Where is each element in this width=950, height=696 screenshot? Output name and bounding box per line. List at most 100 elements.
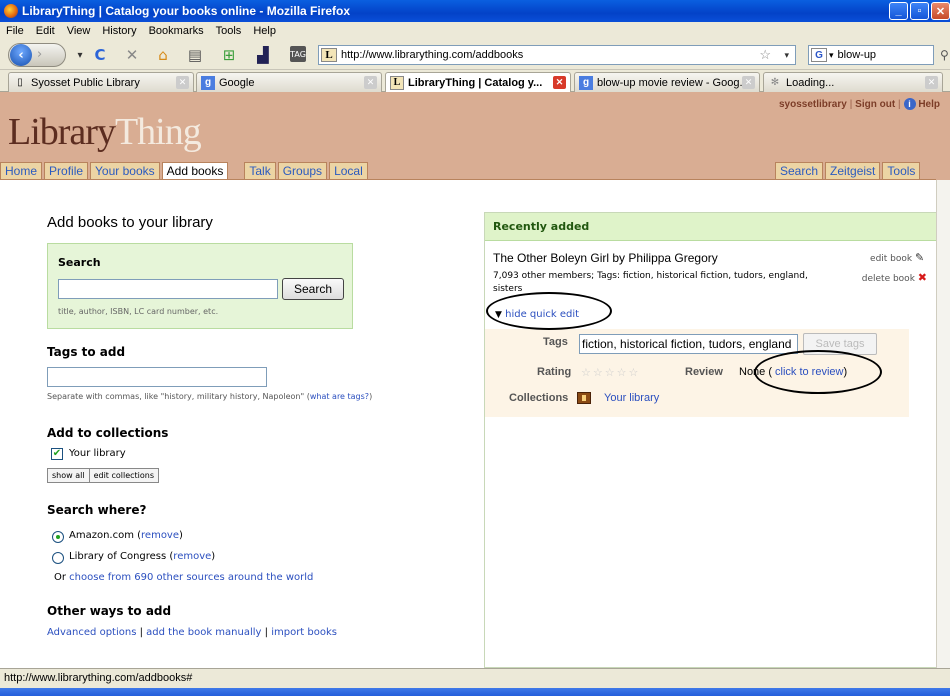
help-link[interactable]: Help (918, 99, 940, 110)
print-icon[interactable]: ▤ (185, 46, 205, 64)
librarything-logo[interactable]: LibraryThing (8, 110, 202, 154)
tab-strip: ▯ Syosset Public Library ✕ g Google ✕ L … (0, 70, 950, 92)
tag-icon[interactable]: TAG (290, 46, 306, 62)
nav-local[interactable]: Local (329, 162, 368, 180)
rating-label: Rating (537, 366, 572, 378)
engine-dropdown-icon[interactable]: ▾ (829, 50, 834, 61)
close-tab-icon[interactable]: ✕ (925, 76, 938, 89)
menu-bar: File Edit View History Bookmarks Tools H… (0, 22, 950, 40)
search-hint: title, author, ISBN, LC card number, etc… (58, 307, 219, 316)
site-nav-right: Search Zeitgeist Tools (775, 162, 922, 180)
import-books-link[interactable]: import books (271, 627, 337, 638)
tab-google[interactable]: g Google ✕ (196, 72, 382, 92)
menu-edit[interactable]: Edit (30, 25, 61, 37)
your-library-checkbox[interactable]: ✔ (51, 448, 63, 460)
close-tab-icon[interactable]: ✕ (364, 76, 377, 89)
pencil-icon: ✎ (915, 251, 925, 264)
nav-talk[interactable]: Talk (244, 162, 276, 180)
tab-loading[interactable]: ✻ Loading... ✕ (763, 72, 943, 92)
what-are-tags-link[interactable]: what are tags? (310, 392, 369, 401)
reload-icon[interactable]: C (90, 46, 110, 64)
tags-hint: Separate with commas, like "history, mil… (47, 392, 373, 401)
search-label: Search (58, 256, 101, 269)
back-icon[interactable]: ‹ (10, 44, 32, 66)
close-window-button[interactable]: ✕ (931, 2, 950, 20)
nav-your-books[interactable]: Your books (90, 162, 160, 180)
stop-icon[interactable]: ✕ (122, 46, 142, 64)
window-icon[interactable]: ▟ (253, 46, 273, 64)
amazon-radio[interactable] (52, 531, 64, 543)
username-link[interactable]: syossetlibrary (779, 99, 847, 110)
tab-label: Google (219, 76, 255, 89)
rating-stars[interactable]: ☆☆☆☆☆ (581, 366, 640, 379)
account-links: syossetlibrary | Sign out | i Help (778, 98, 940, 110)
nav-add-books[interactable]: Add books (161, 162, 229, 180)
tab-label: LibraryThing | Catalog y... (408, 76, 543, 89)
tab-syosset[interactable]: ▯ Syosset Public Library ✕ (8, 72, 194, 92)
url-bar[interactable]: L http://www.librarything.com/addbooks ☆… (318, 45, 796, 65)
librarything-favicon: L (390, 75, 404, 90)
nav-profile[interactable]: Profile (44, 162, 89, 180)
menu-view[interactable]: View (61, 25, 97, 37)
close-tab-icon[interactable]: ✕ (553, 76, 566, 89)
advanced-options-link[interactable]: Advanced options (47, 627, 136, 638)
book-search-box: Search Search title, author, ISBN, LC ca… (47, 243, 353, 329)
add-manually-link[interactable]: add the book manually (146, 627, 261, 638)
navigation-toolbar: ‹ › ▾ C ✕ ⌂ ▤ ⊞ ▟ TAG L http://www.libra… (0, 40, 950, 70)
help-icon[interactable]: i (903, 98, 916, 110)
edit-book-link[interactable]: edit book ✎ (870, 251, 927, 264)
page-title: Add books to your library (47, 214, 213, 231)
status-bar: http://www.librarything.com/addbooks# (0, 668, 950, 688)
window-title-bar: LibraryThing | Catalog your books online… (0, 0, 950, 22)
vertical-scrollbar[interactable] (936, 180, 950, 668)
annotation-circle-click-to-review (754, 350, 882, 394)
book-title: The Other Boleyn Girl by Philippa Gregor… (493, 251, 718, 265)
history-dropdown-icon[interactable]: ▾ (70, 46, 90, 64)
tab-librarything[interactable]: L LibraryThing | Catalog y... ✕ (385, 72, 571, 92)
collection-buttons: show all edit collections (47, 468, 160, 483)
nav-tools[interactable]: Tools (882, 162, 921, 180)
bookmark-star-icon[interactable]: ☆ (759, 47, 771, 63)
status-text: http://www.librarything.com/addbooks# (4, 672, 193, 684)
menu-tools[interactable]: Tools (210, 25, 248, 37)
remove-loc-link[interactable]: remove (173, 551, 211, 562)
search-bar-text[interactable]: blow-up (838, 49, 877, 61)
menu-help[interactable]: Help (247, 25, 282, 37)
home-icon[interactable]: ⌂ (153, 46, 173, 64)
quick-edit-tags-input[interactable]: fiction, historical fiction, tudors, eng… (579, 334, 798, 354)
google-engine-icon[interactable]: G (811, 48, 827, 62)
delete-book-link[interactable]: delete book ✖ (862, 271, 927, 284)
menu-file[interactable]: File (0, 25, 30, 37)
menu-history[interactable]: History (96, 25, 142, 37)
forward-icon[interactable]: › (37, 47, 42, 62)
amazon-label: Amazon.com (remove) (69, 530, 183, 541)
close-tab-icon[interactable]: ✕ (176, 76, 189, 89)
browser-search-bar[interactable]: G ▾ blow-up (808, 45, 934, 65)
loc-radio[interactable] (52, 552, 64, 564)
signout-link[interactable]: Sign out (855, 99, 895, 110)
nav-zeitgeist[interactable]: Zeitgeist (825, 162, 881, 180)
addon-icon[interactable]: ⊞ (219, 46, 239, 64)
tags-input[interactable] (47, 367, 267, 387)
remove-amazon-link[interactable]: remove (141, 530, 179, 541)
tab-blowup-review[interactable]: g blow-up movie review - Goog... ✕ (574, 72, 760, 92)
maximize-button[interactable]: ▫ (910, 2, 929, 20)
minimize-button[interactable]: _ (889, 2, 908, 20)
back-forward-buttons: ‹ › (8, 43, 66, 67)
search-icon[interactable]: ⚲ (940, 48, 949, 62)
nav-search[interactable]: Search (775, 162, 824, 180)
menu-bookmarks[interactable]: Bookmarks (143, 25, 210, 37)
window-controls: _ ▫ ✕ (889, 2, 950, 20)
edit-collections-button[interactable]: edit collections (88, 469, 159, 482)
book-search-input[interactable] (58, 279, 278, 299)
nav-home[interactable]: Home (0, 162, 43, 180)
url-dropdown-icon[interactable]: ▾ (784, 50, 789, 61)
show-all-button[interactable]: show all (48, 469, 89, 482)
other-sources-link[interactable]: choose from 690 other sources around the… (69, 572, 313, 583)
nav-groups[interactable]: Groups (277, 162, 328, 180)
page-icon: ▯ (17, 77, 23, 88)
your-library-link[interactable]: Your library (604, 392, 659, 404)
close-tab-icon[interactable]: ✕ (742, 76, 755, 89)
url-text[interactable]: http://www.librarything.com/addbooks (341, 49, 523, 61)
search-button[interactable]: Search (282, 278, 344, 300)
